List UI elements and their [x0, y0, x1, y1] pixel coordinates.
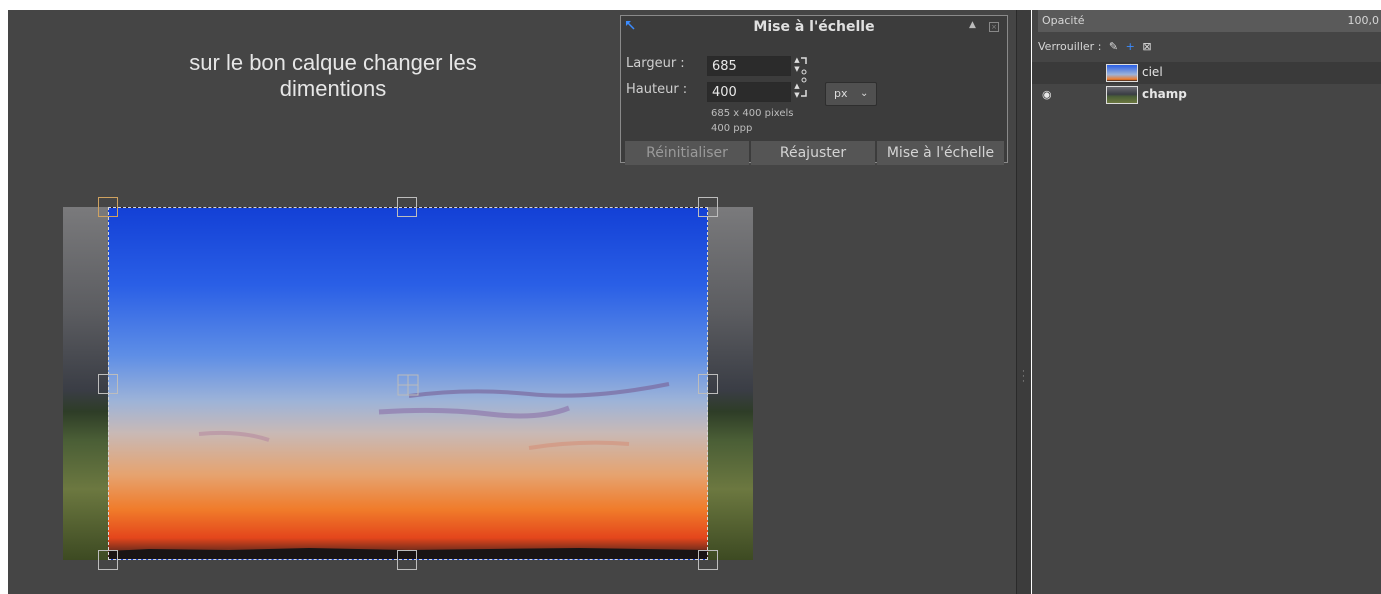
up-arrow-icon[interactable]: ▲: [969, 20, 976, 30]
unit-select[interactable]: px ⌄: [825, 82, 877, 106]
lock-position-icon[interactable]: +: [1126, 40, 1135, 53]
lock-pixels-icon[interactable]: ✎: [1109, 40, 1118, 53]
cloud-streak-3: [198, 430, 270, 442]
handle-top-center[interactable]: [397, 197, 417, 217]
cloud-streak-2: [378, 405, 570, 419]
image-canvas[interactable]: sur le bon calque changer les dimentions: [8, 10, 1016, 594]
cloud-streak-1: [408, 382, 670, 398]
handle-middle-left[interactable]: [98, 374, 118, 394]
instruction-text: sur le bon calque changer les dimentions: [128, 50, 538, 102]
grip-icon[interactable]: · · ·: [1022, 368, 1025, 390]
center-move-icon[interactable]: [397, 374, 419, 396]
panel-divider[interactable]: · · ·: [1016, 10, 1031, 594]
layer-thumbnail-ciel: [1106, 64, 1138, 82]
chain-link-icon[interactable]: [799, 56, 809, 100]
scale-dialog[interactable]: Mise à l'échelle ▲ × Largeur : 685 ▲ ▼ Ha…: [620, 15, 1008, 165]
instruction-line-1: sur le bon calque changer les: [189, 50, 477, 75]
reset-button[interactable]: Réinitialiser: [625, 141, 749, 165]
handle-bottom-right[interactable]: [698, 550, 718, 570]
cloud-streak-4: [528, 440, 630, 450]
eye-icon[interactable]: ◉: [1042, 88, 1052, 101]
layer-row-ciel[interactable]: ciel: [1032, 62, 1381, 84]
size-info: 685 x 400 pixels: [711, 108, 794, 119]
readjust-button[interactable]: Réajuster: [751, 141, 875, 165]
dialog-button-row: Réinitialiser Réajuster Mise à l'échelle: [625, 141, 1006, 165]
chevron-down-icon: ⌄: [860, 88, 869, 99]
handle-middle-right[interactable]: [698, 374, 718, 394]
handle-top-left[interactable]: [98, 197, 118, 217]
instruction-line-2: dimentions: [279, 76, 387, 101]
opacity-label: Opacité: [1042, 14, 1085, 27]
handle-top-right[interactable]: [698, 197, 718, 217]
handle-bottom-left[interactable]: [98, 550, 118, 570]
layer-name-ciel: ciel: [1142, 65, 1163, 79]
lock-alpha-icon[interactable]: ⊠: [1142, 40, 1151, 53]
dialog-header[interactable]: Mise à l'échelle ▲ ×: [621, 16, 1007, 38]
lock-label: Verrouiller :: [1038, 40, 1102, 53]
opacity-slider[interactable]: Opacité 100,0: [1038, 10, 1381, 32]
height-label: Hauteur :: [626, 82, 688, 97]
width-label: Largeur :: [626, 56, 685, 71]
close-icon[interactable]: ×: [989, 22, 999, 32]
resolution-info: 400 ppp: [711, 123, 753, 134]
layers-panel: Opacité 100,0 Verrouiller : ✎ + ⊠ ciel ◉…: [1032, 10, 1381, 594]
layer-row-champ[interactable]: ◉ champ: [1032, 84, 1381, 106]
opacity-value: 100,0: [1347, 14, 1380, 27]
height-input[interactable]: 400: [707, 82, 791, 102]
width-input[interactable]: 685: [707, 56, 791, 76]
dialog-title: Mise à l'échelle: [753, 19, 875, 35]
unit-value: px: [834, 87, 848, 100]
layer-name-champ: champ: [1142, 87, 1187, 101]
handle-bottom-center[interactable]: [397, 550, 417, 570]
layer-thumbnail-champ: [1106, 86, 1138, 104]
lock-row: Verrouiller : ✎ + ⊠: [1038, 40, 1152, 53]
scale-button[interactable]: Mise à l'échelle: [877, 141, 1004, 165]
